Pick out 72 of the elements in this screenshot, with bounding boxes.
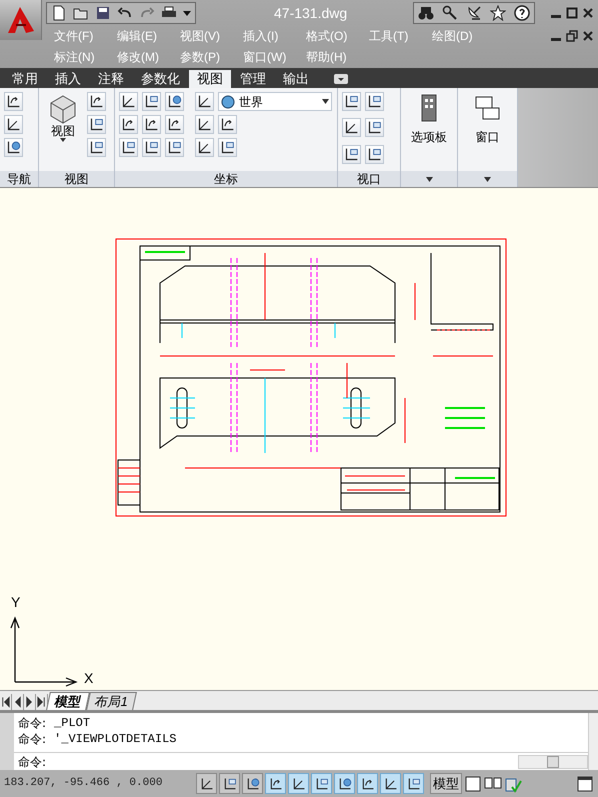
close-icon[interactable] bbox=[582, 30, 594, 42]
layout-tab[interactable]: 模型 bbox=[46, 692, 90, 710]
drafting-toggle[interactable] bbox=[357, 773, 378, 794]
ribbon-tab[interactable]: 插入 bbox=[47, 70, 89, 88]
ribbon-tab[interactable]: 注释 bbox=[90, 70, 132, 88]
command-prompt: 命令: bbox=[18, 754, 46, 770]
ribbon-tab[interactable]: 常用 bbox=[4, 70, 46, 88]
caret-icon bbox=[60, 138, 66, 142]
help-icon[interactable] bbox=[514, 5, 530, 21]
panel-title: 视口 bbox=[357, 172, 381, 186]
coordinates-readout: 183.207, -95.466 , 0.000 bbox=[4, 776, 164, 792]
drafting-toggle[interactable] bbox=[219, 773, 240, 794]
expand-icon[interactable] bbox=[426, 176, 432, 182]
drafting-toggle[interactable] bbox=[288, 773, 309, 794]
drafting-toggle[interactable] bbox=[265, 773, 286, 794]
command-prompt: 命令: bbox=[18, 731, 46, 747]
drafting-aid-icon[interactable] bbox=[200, 776, 214, 790]
expand-icon[interactable] bbox=[484, 176, 491, 182]
dropdown-arrow-icon[interactable] bbox=[183, 9, 191, 17]
vertical-scrollbar[interactable] bbox=[588, 713, 598, 770]
drafting-toggle[interactable] bbox=[196, 773, 217, 794]
drafting-aid-icon[interactable] bbox=[338, 776, 352, 790]
layout-icon[interactable] bbox=[464, 774, 482, 792]
drafting-aid-icon[interactable] bbox=[292, 776, 306, 790]
model-button[interactable]: 模型 bbox=[430, 772, 462, 794]
star-icon[interactable] bbox=[490, 5, 506, 21]
binoculars-icon[interactable] bbox=[418, 5, 434, 21]
panel-title: 视图 bbox=[64, 172, 88, 186]
restore-icon[interactable] bbox=[566, 30, 578, 42]
window-title: 47-131.dwg bbox=[274, 4, 348, 23]
command-history-line: '_VIEWPLOTDETAILS bbox=[54, 731, 176, 747]
command-history-line: _PLOT bbox=[54, 715, 90, 731]
ribbon-tab[interactable]: 参数化 bbox=[133, 70, 188, 88]
caret-icon bbox=[322, 99, 329, 104]
drafting-aid-icon[interactable] bbox=[222, 776, 236, 790]
maximize-icon[interactable] bbox=[566, 7, 578, 19]
close-icon[interactable] bbox=[582, 7, 594, 19]
command-prompt: 命令: bbox=[18, 715, 46, 731]
drafting-aid-icon[interactable] bbox=[384, 776, 398, 790]
panel-toggle-icon[interactable] bbox=[334, 74, 348, 84]
cube-icon bbox=[49, 94, 77, 124]
save-icon[interactable] bbox=[95, 5, 111, 21]
layout-tab[interactable]: 布局1 bbox=[86, 692, 138, 710]
new-file-icon[interactable] bbox=[51, 5, 67, 21]
panel-title: 导航 bbox=[7, 172, 31, 186]
drafting-aid-icon[interactable] bbox=[406, 776, 420, 790]
drafting-aid-icon[interactable] bbox=[314, 776, 328, 790]
view-button[interactable]: 视图 bbox=[43, 92, 83, 167]
drafting-aid-icon[interactable] bbox=[360, 776, 374, 790]
windows-icon bbox=[474, 94, 500, 122]
panel-title: 坐标 bbox=[214, 172, 238, 186]
ribbon-tab[interactable]: 输出 bbox=[275, 70, 317, 88]
horizontal-scrollbar[interactable] bbox=[518, 754, 588, 768]
drafting-toggle[interactable] bbox=[334, 773, 355, 794]
fullscreen-icon[interactable] bbox=[576, 774, 594, 792]
drafting-aid-icon[interactable] bbox=[246, 776, 260, 790]
key-icon[interactable] bbox=[442, 5, 458, 21]
drafting-toggle[interactable] bbox=[403, 773, 424, 794]
ribbon-tab[interactable]: 管理 bbox=[232, 70, 274, 88]
logo-icon bbox=[6, 5, 36, 35]
drafting-toggle[interactable] bbox=[311, 773, 332, 794]
drafting-toggle[interactable] bbox=[380, 773, 401, 794]
globe-icon bbox=[221, 94, 235, 108]
ucs-dropdown[interactable]: 世界 bbox=[218, 92, 332, 111]
y-axis-label: Y bbox=[11, 594, 20, 610]
application-button[interactable] bbox=[0, 0, 42, 40]
ribbon-tab[interactable]: 视图 bbox=[189, 70, 231, 88]
satellite-dish-icon[interactable] bbox=[466, 5, 482, 21]
drafting-toggle[interactable] bbox=[242, 773, 263, 794]
x-axis-label: X bbox=[84, 670, 94, 686]
command-grip[interactable] bbox=[0, 713, 14, 770]
drafting-aid-icon[interactable] bbox=[268, 776, 282, 790]
